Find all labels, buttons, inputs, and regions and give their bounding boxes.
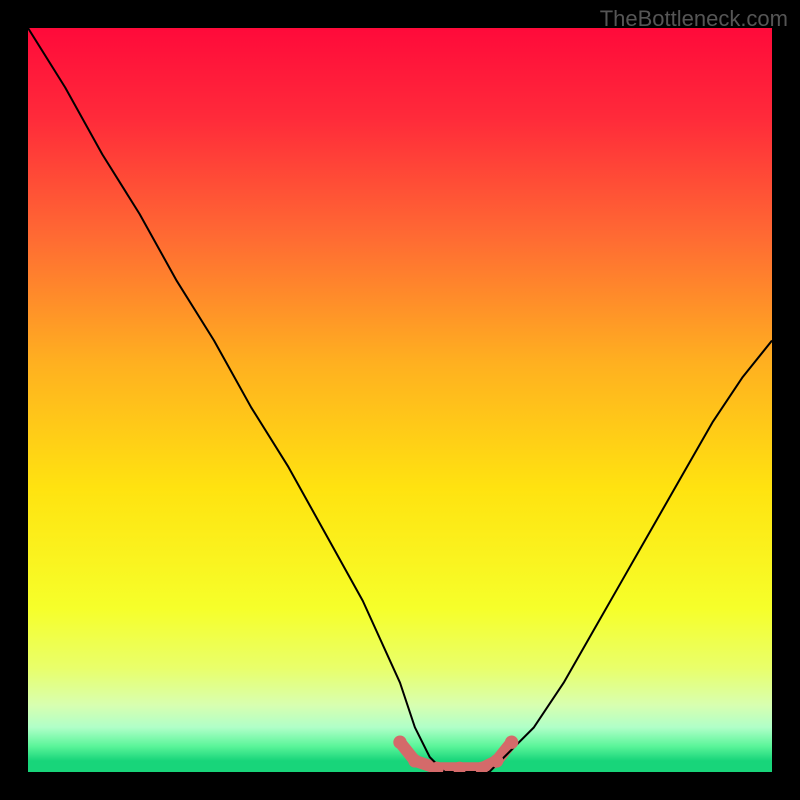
- plot-area: [28, 28, 772, 772]
- watermark-text: TheBottleneck.com: [600, 6, 788, 32]
- background-gradient: [28, 28, 772, 772]
- chart-frame: TheBottleneck.com: [0, 0, 800, 800]
